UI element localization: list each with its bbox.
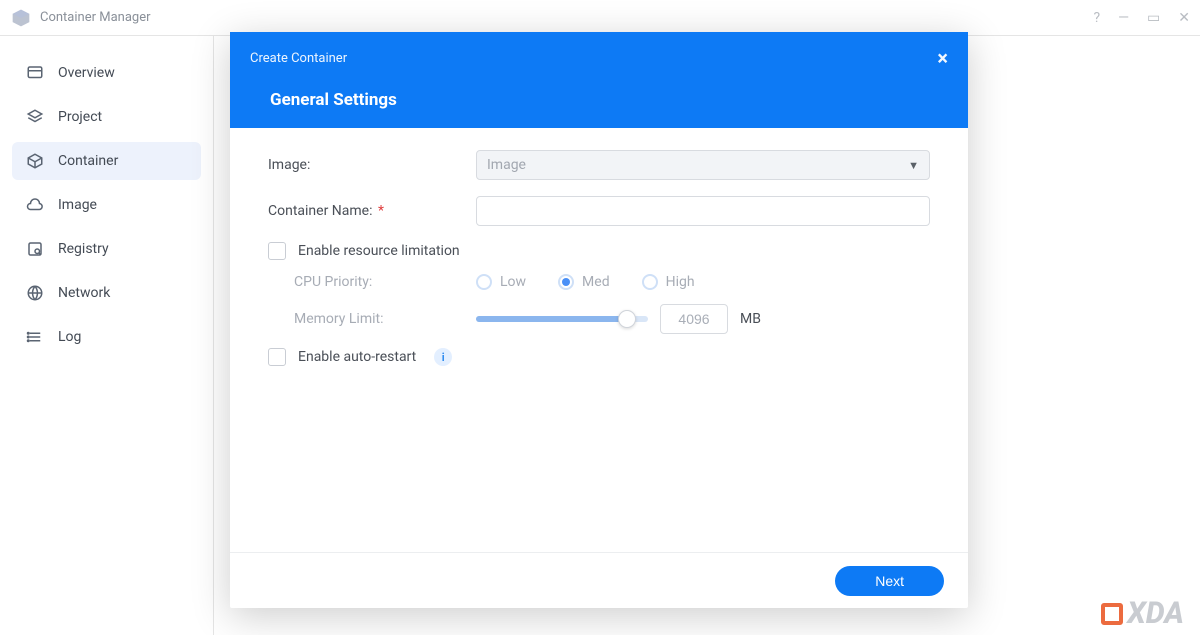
sidebar-item-label: Image: [58, 197, 97, 213]
sidebar-item-container[interactable]: Container: [12, 142, 201, 180]
sidebar-item-label: Overview: [58, 65, 115, 81]
log-icon: [26, 328, 44, 346]
minimize-icon[interactable]: —: [1118, 10, 1129, 26]
watermark-text: XDA: [1127, 596, 1184, 631]
cpu-priority-low[interactable]: Low: [476, 274, 526, 290]
watermark: XDA: [1101, 596, 1184, 631]
maximize-icon[interactable]: ▭: [1147, 10, 1160, 26]
slider-fill: [476, 316, 634, 322]
chevron-down-icon: ▼: [908, 159, 919, 172]
sidebar-item-label: Project: [58, 109, 102, 125]
enable-auto-restart-checkbox[interactable]: [268, 348, 286, 366]
titlebar: Container Manager ? — ▭ ✕: [0, 0, 1200, 36]
image-select[interactable]: Image ▼: [476, 150, 930, 180]
enable-auto-restart-label: Enable auto-restart: [298, 349, 416, 365]
label-container-name: Container Name: *: [268, 203, 476, 219]
radio-label: Med: [582, 274, 610, 290]
row-image: Image: Image ▼: [268, 150, 930, 180]
window-controls: ? — ▭ ✕: [1093, 10, 1190, 26]
label-image: Image:: [268, 157, 476, 173]
modal-close-icon[interactable]: ×: [937, 46, 948, 70]
memory-limit-controls: MB: [476, 304, 930, 334]
container-icon: [26, 152, 44, 170]
modal-footer: Next: [230, 552, 968, 608]
radio-label: Low: [500, 274, 526, 290]
row-container-name: Container Name: *: [268, 196, 930, 226]
memory-limit-slider[interactable]: [476, 316, 648, 322]
close-window-icon[interactable]: ✕: [1178, 10, 1190, 26]
watermark-square-icon: [1101, 603, 1123, 625]
network-icon: [26, 284, 44, 302]
sidebar-item-label: Log: [58, 329, 81, 345]
cpu-priority-radio-group: Low Med High: [476, 274, 695, 290]
info-icon[interactable]: i: [434, 348, 452, 366]
project-icon: [26, 108, 44, 126]
enable-resource-limitation-label: Enable resource limitation: [298, 243, 460, 259]
next-button[interactable]: Next: [835, 566, 944, 596]
image-select-placeholder: Image: [487, 157, 526, 173]
row-cpu-priority: CPU Priority: Low Med High: [294, 274, 930, 290]
modal-body: Image: Image ▼ Container Name: * Enable …: [230, 128, 968, 552]
label-container-name-text: Container Name:: [268, 203, 373, 219]
sidebar-item-registry[interactable]: Registry: [12, 230, 201, 268]
resource-limitation-subgroup: CPU Priority: Low Med High: [268, 274, 930, 334]
image-icon: [26, 196, 44, 214]
radio-icon: [476, 274, 492, 290]
radio-label: High: [666, 274, 695, 290]
overview-icon: [26, 64, 44, 82]
registry-icon: [26, 240, 44, 258]
sidebar-item-label: Network: [58, 285, 110, 301]
enable-resource-limitation-checkbox[interactable]: [268, 242, 286, 260]
create-container-modal: Create Container × General Settings Imag…: [230, 32, 968, 608]
cpu-priority-med[interactable]: Med: [558, 274, 610, 290]
memory-limit-input[interactable]: [660, 304, 728, 334]
label-cpu-priority: CPU Priority:: [294, 274, 476, 290]
modal-header: Create Container × General Settings: [230, 32, 968, 128]
row-enable-resource-limitation: Enable resource limitation: [268, 242, 930, 260]
sidebar-item-network[interactable]: Network: [12, 274, 201, 312]
sidebar-item-label: Registry: [58, 241, 109, 257]
app-title: Container Manager: [40, 10, 151, 25]
row-enable-auto-restart: Enable auto-restart i: [268, 348, 930, 366]
sidebar-item-log[interactable]: Log: [12, 318, 201, 356]
sidebar: Overview Project Container Image: [0, 36, 214, 635]
radio-icon: [558, 274, 574, 290]
modal-breadcrumb: Create Container: [250, 51, 347, 66]
required-asterisk: *: [378, 203, 384, 219]
sidebar-item-overview[interactable]: Overview: [12, 54, 201, 92]
help-icon[interactable]: ?: [1093, 10, 1100, 26]
container-name-input[interactable]: [476, 196, 930, 226]
label-memory-limit: Memory Limit:: [294, 311, 476, 327]
slider-thumb[interactable]: [618, 310, 636, 328]
radio-icon: [642, 274, 658, 290]
cpu-priority-high[interactable]: High: [642, 274, 695, 290]
row-memory-limit: Memory Limit: MB: [294, 304, 930, 334]
modal-title: General Settings: [250, 90, 948, 110]
sidebar-item-project[interactable]: Project: [12, 98, 201, 136]
app-window: Container Manager ? — ▭ ✕ Overview Proje…: [0, 0, 1200, 635]
sidebar-item-image[interactable]: Image: [12, 186, 201, 224]
memory-limit-unit: MB: [740, 311, 761, 327]
sidebar-item-label: Container: [58, 153, 118, 169]
app-logo-icon: [10, 7, 32, 29]
